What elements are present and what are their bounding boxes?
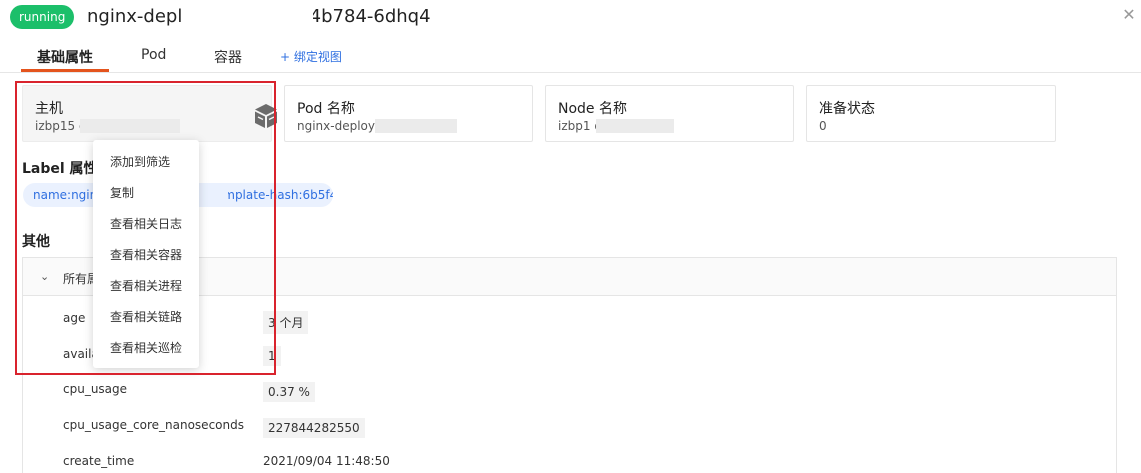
active-tab-indicator [21,69,109,72]
menu-item-view-traces[interactable]: 查看相关链路 [110,308,182,325]
node-name-label: Node 名称 [558,101,627,117]
prop-key: cpu_usage_core_nanoseconds [63,418,244,432]
redaction-mask [183,8,313,27]
host-label: 主机 [35,101,63,117]
menu-item-copy[interactable]: 复制 [110,184,134,201]
prop-key: create_time [63,454,135,468]
chevron-down-icon[interactable]: ⌄ [40,270,49,283]
status-badge: running [10,5,75,29]
redaction-mask [80,119,180,133]
menu-item-add-to-filter[interactable]: 添加到筛选 [110,153,170,170]
menu-item-view-containers[interactable]: 查看相关容器 [110,246,182,263]
prop-value: 3 个月 [263,311,309,334]
prop-key: age [63,311,86,325]
ready-status-value: 0 [819,119,827,133]
bind-view-button[interactable]: + 绑定视图 [280,48,342,65]
prop-value: 227844282550 [263,418,365,438]
menu-item-view-inspections[interactable]: 查看相关巡检 [110,339,182,356]
context-menu: 添加到筛选 复制 查看相关日志 查看相关容器 查看相关进程 查看相关链路 查看相… [93,140,199,368]
tab-bar: 基础属性 Pod 容器 + 绑定视图 [0,37,1141,73]
cube-icon [255,104,277,128]
prop-key: cpu_usage [63,382,128,396]
redaction-mask [375,119,457,133]
redaction-mask [596,119,674,133]
pod-name-label: Pod 名称 [297,101,355,117]
detail-header: running nginx-deployment-6b5f44b784-6dhq… [0,0,1141,36]
prop-value: 0.37 % [263,382,315,402]
tab-containers[interactable]: 容器 [214,47,242,67]
pod-name-card[interactable]: Pod 名称 nginx-deploy 6dhq4 [284,85,533,142]
host-card[interactable]: 主机 izbp15 du15z [22,85,277,142]
ready-status-label: 准备状态 [819,101,875,117]
prop-value: 1 [263,346,281,366]
menu-item-view-logs[interactable]: 查看相关日志 [110,215,182,232]
tab-pod[interactable]: Pod [141,47,166,63]
prop-value: 2021/09/04 11:48:50 [263,454,390,468]
tab-basic-properties[interactable]: 基础属性 [37,47,93,67]
other-section-title: 其他 [22,234,50,250]
menu-item-view-processes[interactable]: 查看相关进程 [110,277,182,294]
ready-status-card[interactable]: 准备状态 0 [806,85,1056,142]
node-name-card[interactable]: Node 名称 izbp1 du15z [545,85,794,142]
close-icon[interactable]: ✕ [1118,4,1140,26]
label-section-title: Label 属性 [22,161,98,177]
